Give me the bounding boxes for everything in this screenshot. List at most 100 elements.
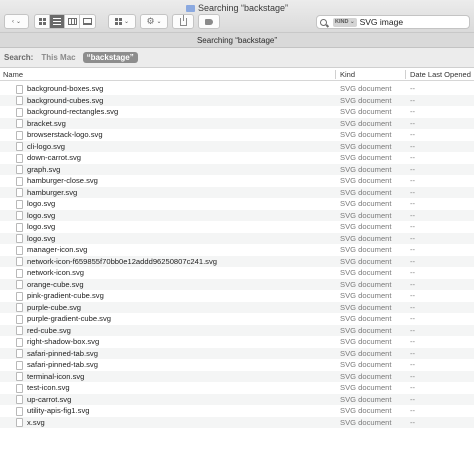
file-row[interactable]: background-cubes.svg SVG document --: [0, 94, 474, 106]
window-title-bar: Searching “backstage”: [0, 2, 474, 14]
column-kind-header[interactable]: Kind: [340, 68, 355, 81]
file-row[interactable]: purple-cube.svg SVG document --: [0, 301, 474, 313]
file-date-last-opened: --: [410, 360, 416, 369]
file-name: orange-cube.svg: [27, 279, 84, 289]
file-row[interactable]: red-cube.svg SVG document --: [0, 324, 474, 336]
file-row[interactable]: purple-gradient-cube.svg SVG document --: [0, 313, 474, 325]
file-date-last-opened: --: [410, 210, 416, 220]
group-icon: [114, 18, 122, 25]
window-title: Searching “backstage”: [197, 3, 289, 13]
file-date-last-opened: --: [410, 371, 416, 381]
file-name: logo.svg: [27, 222, 56, 231]
file-date-last-opened: --: [410, 84, 416, 93]
file-date-last-opened: --: [410, 176, 416, 185]
file-name: browserstack-logo.svg: [27, 130, 103, 139]
file-row[interactable]: background-rectangles.svg SVG document --: [0, 106, 474, 118]
view-icons-icon: [38, 18, 46, 25]
file-kind: SVG document: [340, 337, 392, 346]
column-date-header[interactable]: Date Last Opened: [410, 68, 471, 81]
file-row[interactable]: graph.svg SVG document --: [0, 163, 474, 175]
file-kind: SVG document: [340, 383, 392, 392]
file-row[interactable]: browserstack-logo.svg SVG document --: [0, 129, 474, 141]
file-name: right-shadow-box.svg: [27, 337, 100, 346]
file-kind: SVG document: [340, 210, 392, 220]
group-button[interactable]: ⌄: [108, 14, 136, 29]
column-divider[interactable]: [405, 70, 406, 79]
search-token-kind[interactable]: KIND ⌄: [333, 17, 357, 27]
file-name: red-cube.svg: [27, 325, 71, 335]
search-scope-bar: Search: This Mac “backstage”: [0, 48, 474, 68]
file-row[interactable]: safari-pinned-tab.svg SVG document --: [0, 359, 474, 371]
file-row[interactable]: up-carrot.svg SVG document --: [0, 393, 474, 405]
file-kind: SVG document: [340, 164, 392, 174]
file-row[interactable]: background-boxes.svg SVG document --: [0, 83, 474, 95]
file-kind: SVG document: [340, 199, 392, 208]
column-divider[interactable]: [335, 70, 336, 79]
file-row[interactable]: hamburger.svg SVG document --: [0, 186, 474, 198]
back-forward-button[interactable]: ‹ ⌄: [4, 14, 29, 29]
file-row[interactable]: logo.svg SVG document --: [0, 209, 474, 221]
file-name: cli-logo.svg: [27, 141, 65, 151]
file-row[interactable]: pink-gradient-cube.svg SVG document --: [0, 290, 474, 302]
share-button[interactable]: [172, 14, 194, 29]
file-row[interactable]: logo.svg SVG document --: [0, 232, 474, 244]
file-icon: [16, 84, 23, 94]
file-row[interactable]: safari-pinned-tab.svg SVG document --: [0, 347, 474, 359]
file-date-last-opened: --: [410, 302, 416, 312]
file-row[interactable]: manager-icon.svg SVG document --: [0, 244, 474, 256]
action-button[interactable]: ⚙ ⌄: [140, 14, 168, 29]
file-row[interactable]: down-carrot.svg SVG document --: [0, 152, 474, 164]
file-row[interactable]: terminal-icon.svg SVG document --: [0, 370, 474, 382]
file-name: graph.svg: [27, 164, 61, 174]
file-name: up-carrot.svg: [27, 394, 72, 404]
file-date-last-opened: --: [410, 233, 416, 243]
file-name: hamburger.svg: [27, 187, 78, 197]
toolbar: Searching “backstage” ‹ ⌄ ⌄ ⚙ ⌄ KIND ⌄ S…: [0, 0, 474, 33]
file-row[interactable]: right-shadow-box.svg SVG document --: [0, 336, 474, 348]
file-row[interactable]: hamburger-close.svg SVG document --: [0, 175, 474, 187]
file-date-last-opened: --: [410, 268, 416, 277]
smart-folder-icon: [185, 5, 195, 12]
view-mode-segmented-control: [34, 14, 96, 29]
search-input[interactable]: SVG image: [360, 17, 403, 27]
file-row[interactable]: test-icon.svg SVG document --: [0, 382, 474, 394]
file-icon: [16, 372, 23, 381]
file-row[interactable]: network-icon-f659855f70bb0e12addd9625080…: [0, 255, 474, 267]
file-kind: SVG document: [340, 118, 392, 128]
file-list: background-boxes.svg SVG document -- backgr…: [0, 83, 474, 428]
file-row[interactable]: x.svg SVG document --: [0, 416, 474, 428]
file-name: down-carrot.svg: [27, 153, 82, 162]
file-row[interactable]: cli-logo.svg SVG document --: [0, 140, 474, 152]
tag-button[interactable]: [198, 14, 220, 29]
file-row[interactable]: utility-apis-fig1.svg SVG document --: [0, 405, 474, 417]
file-name: logo.svg: [27, 210, 56, 220]
file-date-last-opened: --: [410, 153, 416, 162]
scope-backstage[interactable]: “backstage”: [82, 52, 138, 63]
file-name: pink-gradient-cube.svg: [27, 291, 104, 300]
file-kind: SVG document: [340, 371, 392, 381]
file-row[interactable]: bracket.svg SVG document --: [0, 117, 474, 129]
file-kind: SVG document: [340, 256, 392, 266]
file-icon: [16, 326, 23, 335]
file-kind: SVG document: [340, 291, 392, 300]
file-row[interactable]: orange-cube.svg SVG document --: [0, 278, 474, 290]
file-icon: [16, 130, 23, 140]
file-icon: [16, 268, 23, 278]
file-icon: [16, 107, 23, 117]
file-row[interactable]: network-icon.svg SVG document --: [0, 267, 474, 279]
file-row[interactable]: logo.svg SVG document --: [0, 221, 474, 233]
scope-this-mac[interactable]: This Mac: [41, 53, 75, 62]
view-list-button[interactable]: [50, 15, 65, 28]
file-icon: [16, 245, 23, 255]
view-columns-button[interactable]: [65, 15, 80, 28]
action-gear-icon: ⚙: [146, 16, 155, 26]
file-kind: SVG document: [340, 348, 392, 358]
file-kind: SVG document: [340, 222, 392, 231]
view-icons-button[interactable]: [35, 15, 50, 28]
column-name-header[interactable]: Name: [3, 68, 23, 81]
file-row[interactable]: logo.svg SVG document --: [0, 198, 474, 210]
file-name: logo.svg: [27, 233, 56, 243]
search-field[interactable]: KIND ⌄ SVG image: [316, 15, 470, 29]
view-gallery-button[interactable]: [80, 15, 95, 28]
file-icon: [16, 96, 23, 105]
